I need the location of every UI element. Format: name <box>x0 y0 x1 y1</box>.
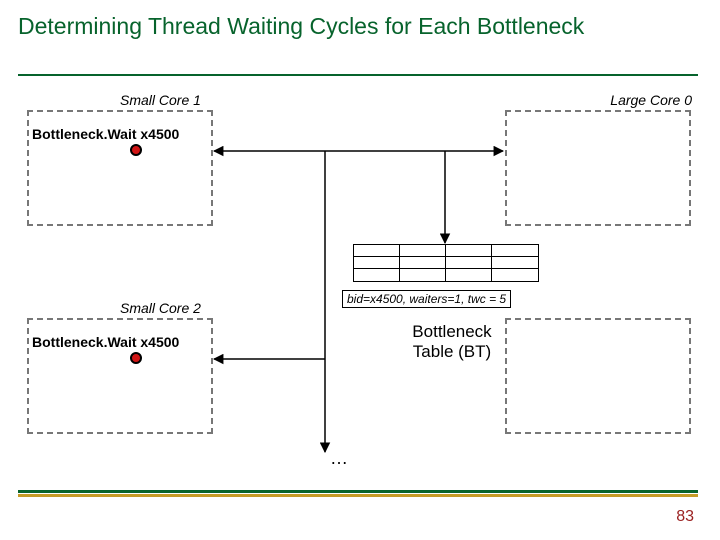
large-core-0-box-bottom <box>505 318 691 434</box>
ellipsis: … <box>330 448 348 469</box>
bt-caption-line1: Bottleneck <box>412 322 491 341</box>
bottleneck-wait-label-2: Bottleneck.Wait x4500 <box>32 334 179 350</box>
small-core-2-label: Small Core 2 <box>120 300 201 316</box>
footer-rule-green <box>18 490 698 493</box>
bottleneck-table-caption: Bottleneck Table (BT) <box>402 322 502 361</box>
page-number: 83 <box>676 508 694 526</box>
footer-rule-gold <box>18 494 698 497</box>
bt-caption-line2: Table (BT) <box>413 342 491 361</box>
wait-marker-dot-1 <box>130 144 142 156</box>
wait-marker-dot-2 <box>130 352 142 364</box>
bottleneck-table <box>353 244 539 282</box>
small-core-1-label: Small Core 1 <box>120 92 201 108</box>
bottleneck-table-entry: bid=x4500, waiters=1, twc = 5 <box>342 290 511 308</box>
page-title: Determining Thread Waiting Cycles for Ea… <box>18 12 658 41</box>
large-core-0-label: Large Core 0 <box>610 92 692 108</box>
bottleneck-wait-label-1: Bottleneck.Wait x4500 <box>32 126 179 142</box>
title-underline <box>18 74 698 76</box>
large-core-0-box-top <box>505 110 691 226</box>
